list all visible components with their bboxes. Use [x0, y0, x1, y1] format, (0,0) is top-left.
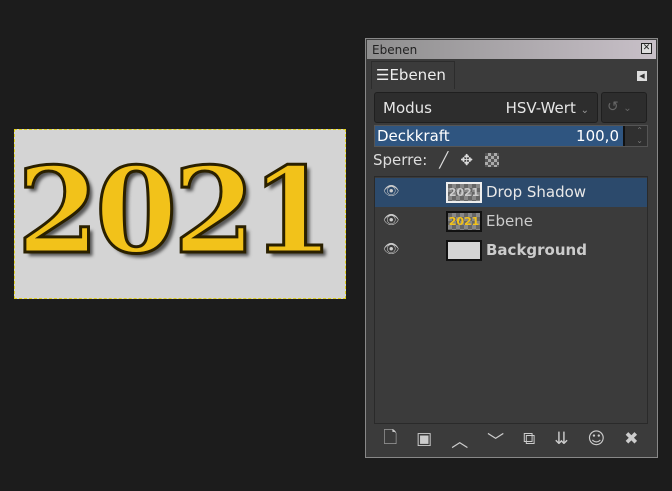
chevron-down-icon: ⌄	[623, 103, 632, 114]
layer-thumbnail: 2021	[446, 182, 482, 203]
mode-label: Modus	[383, 99, 432, 117]
dock-title: Ebenen	[372, 43, 418, 57]
canvas-text-art: 2021	[15, 141, 334, 280]
raise-layer-icon[interactable]: ︿	[451, 427, 468, 452]
dock-titlebar[interactable]: Ebenen ✕	[367, 40, 656, 59]
opacity-label: Deckkraft	[377, 127, 450, 145]
close-icon[interactable]: ✕	[641, 43, 652, 54]
reset-icon: ↺	[607, 99, 619, 115]
layer-row[interactable]: 👁 2021 Ebene	[375, 207, 647, 236]
layer-thumbnail: 2021	[446, 211, 482, 232]
lock-alpha-icon[interactable]	[484, 153, 499, 167]
new-layer-icon[interactable]: 🗋	[383, 425, 397, 454]
layer-name: Background	[486, 241, 587, 259]
lock-position-icon[interactable]: ✥	[460, 151, 473, 169]
layer-name: Ebene	[486, 212, 533, 230]
layers-icon: ☰	[376, 66, 390, 84]
new-layer-group-icon[interactable]: ▣	[416, 429, 432, 449]
chevron-down-icon: ⌄	[580, 105, 589, 116]
delete-layer-icon[interactable]: ✖	[624, 429, 638, 449]
merge-down-icon[interactable]: ⇊	[554, 429, 568, 449]
tab-label: Ebenen	[389, 66, 446, 84]
lock-pixels-icon[interactable]: ╱	[439, 151, 448, 169]
eye-icon[interactable]: 👁	[383, 242, 400, 257]
composite-mode-button[interactable]: ↺ ⌄	[601, 92, 647, 123]
layer-row[interactable]: 👁 Background	[375, 236, 647, 265]
layer-row[interactable]: 👁 2021 Drop Shadow	[375, 178, 647, 207]
layer-name: Drop Shadow	[486, 183, 587, 201]
layer-mask-icon[interactable]: ☺	[588, 429, 606, 449]
mode-select[interactable]: Modus HSV-Wert ⌄	[374, 92, 598, 123]
layers-toolbar: 🗋 ▣ ︿ ﹀ ⧉ ⇊ ☺ ✖	[374, 425, 648, 454]
tab-layers[interactable]: ☰Ebenen	[371, 61, 455, 89]
mode-value: HSV-Wert	[505, 99, 576, 117]
opacity-spinner[interactable]: ⌃ ⌄	[636, 126, 643, 146]
duplicate-layer-icon[interactable]: ⧉	[523, 429, 535, 449]
lower-layer-icon[interactable]: ﹀	[487, 427, 504, 452]
tab-menu-icon[interactable]: ◀	[637, 71, 647, 81]
lock-row: Sperre: ╱ ✥	[373, 151, 499, 169]
eye-icon[interactable]: 👁	[383, 213, 400, 228]
opacity-slider[interactable]: Deckkraft 100,0 ⌃ ⌄	[374, 125, 648, 147]
image-canvas[interactable]: 2021	[14, 129, 346, 299]
layers-list: 👁 2021 Drop Shadow 👁 2021 Ebene 👁 Backgr…	[374, 176, 648, 424]
eye-icon[interactable]: 👁	[383, 184, 400, 199]
lock-label: Sperre:	[373, 151, 428, 169]
layers-dock: Ebenen ✕ ☰Ebenen ◀ Modus HSV-Wert ⌄ ↺ ⌄ …	[365, 38, 658, 458]
opacity-value: 100,0	[576, 127, 619, 145]
layer-thumbnail	[446, 240, 482, 261]
